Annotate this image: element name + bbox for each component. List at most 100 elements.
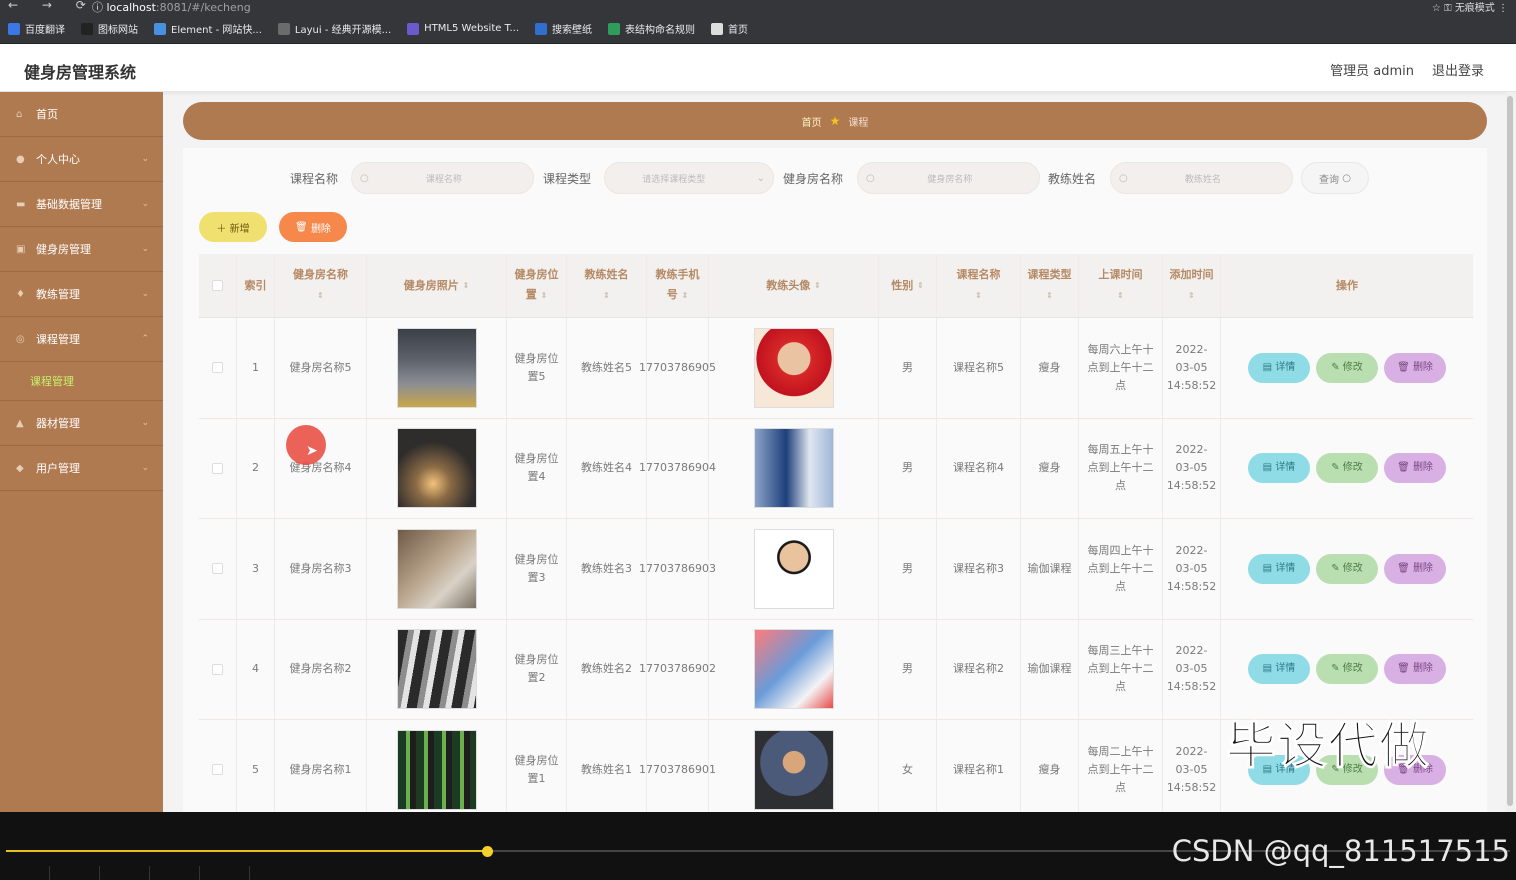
detail-button[interactable]: ▤ 详情 [1248,654,1310,685]
table-row[interactable]: 3 健身房名称3 健身房位置3 教练姓名3 17703786903 男课程名称3 瑜伽课程每… [199,519,1473,620]
bookmark-icon [277,22,290,35]
delete-button[interactable]: 🗑 删除 [1384,352,1446,383]
row-checkbox[interactable] [212,462,223,474]
row-checkbox[interactable] [212,362,223,374]
edit-button[interactable]: ✎ 修改 [1316,654,1378,685]
table-row[interactable]: 2 健身房名称4 健身房位置4 教练姓名4 17703786904 男课程名称4 瘦身 每周五… [199,418,1473,519]
col-gym-photo[interactable]: 健身房照片 ⇕ [367,254,507,317]
scrollbar-thumb[interactable] [1507,96,1513,806]
col-gym-position[interactable]: 健身房位置 ⇕ [507,254,567,317]
sidebar-item[interactable]: ♦ 教练管理 ⌄ [0,272,163,317]
delete-button[interactable]: 🗑 删除 [1384,553,1446,584]
gym-photo[interactable] [396,327,477,408]
bookmark-item[interactable]: HTML5 Website T... [407,22,519,35]
row-actions: ▤ 详情 ✎ 修改 🗑 删除 [1221,318,1473,418]
sidebar-item[interactable]: ⌂ 首页 [0,92,163,137]
bookmark-item[interactable]: 表结构命名规则 [608,21,695,36]
sidebar-item[interactable]: ● 个人中心 ⌄ [0,137,163,182]
add-button[interactable]: ＋ 新增 [199,212,267,242]
sidebar-item[interactable]: ▬ 基础数据管理 ⌄ [0,182,163,227]
detail-icon: ▤ [1262,562,1276,574]
col-coach-name[interactable]: 教练姓名 ⇕ [567,254,647,317]
edit-icon: ✎ [1331,562,1343,574]
app-title: 健身房管理系统 [24,63,137,82]
breadcrumb-home[interactable]: 首页 [802,114,822,129]
page-scrollbar[interactable] [1506,92,1514,812]
browser-nav-icons[interactable]: ← → ⟳ [8,0,96,12]
gym-photo[interactable] [396,729,477,810]
coach-name-input[interactable]: ○ 教练姓名 [1110,162,1293,194]
query-button[interactable]: 查询 ○ [1301,162,1369,194]
logout-link[interactable]: 退出登录 [1432,60,1484,79]
edit-button[interactable]: ✎ 修改 [1316,553,1378,584]
bookmark-item[interactable]: 图标网站 [81,21,138,36]
chevron-icon: ⌄ [141,463,149,473]
current-user: 管理员 admin [1330,64,1414,79]
cell-coach-phone: 17703786903 [639,519,716,619]
delete-icon: 🗑 [1397,462,1413,474]
col-course-name[interactable]: 课程名称 ⇕ [937,254,1021,317]
cell-course-type: 瘦身 [1021,720,1079,812]
sidebar-item[interactable]: ◎ 课程管理 ⌃ [0,317,163,362]
trash-icon: 🗑 [295,221,308,233]
coach-avatar[interactable] [753,528,834,609]
chevron-icon: ⌄ [141,199,149,209]
col-coach-phone[interactable]: 教练手机号 ⇕ [647,254,709,317]
delete-button[interactable]: 🗑 删除 [1384,654,1446,685]
bookmark-icon [711,22,724,35]
address-bar[interactable]: ⓘ localhost:8081/#/kecheng [92,0,251,15]
gym-photo[interactable] [396,629,477,710]
col-added-time[interactable]: 添加时间 ⇕ [1163,254,1221,317]
detail-icon: ▤ [1262,663,1276,675]
coach-avatar[interactable] [753,428,834,509]
edit-button[interactable]: ✎ 修改 [1316,453,1378,484]
bookmark-item[interactable]: 搜索壁纸 [535,21,592,36]
row-checkbox[interactable] [212,563,223,575]
table-row[interactable]: 1 健身房名称5 健身房位置5 教练姓名5 17703786905 男课程名称5 瘦身 每周六… [199,318,1473,419]
bookmark-item[interactable]: 百度翻译 [8,21,65,36]
coach-avatar[interactable] [753,629,834,710]
bookmark-item[interactable]: Layui - 经典开源模... [277,21,391,36]
col-coach-avatar[interactable]: 教练头像 ⇕ [709,254,879,317]
coach-avatar[interactable] [753,327,834,408]
sidebar-item[interactable]: ▣ 健身房管理 ⌄ [0,227,163,272]
col-course-type[interactable]: 课程类型 ⇕ [1021,254,1079,317]
bookmark-item[interactable]: 首页 [711,21,748,36]
select-all-checkbox[interactable] [212,280,223,291]
cell-index: 2 [237,418,275,518]
course-type-select[interactable]: 请选择课程类型 ⌄ [604,162,774,194]
delete-icon: 🗑 [1397,663,1413,675]
sidebar-subitem-course[interactable]: 课程管理 [0,362,163,401]
row-checkbox[interactable] [212,663,223,675]
row-actions: ▤ 详情 ✎ 修改 🗑 删除 [1221,419,1473,519]
coach-avatar[interactable] [753,729,834,810]
cell-index: 4 [237,619,275,719]
table-row[interactable]: 4 健身房名称2 健身房位置2 教练姓名2 17703786902 男课程名称2 瑜伽课程每… [199,619,1473,720]
delete-button[interactable]: 🗑 删除 [1384,453,1446,484]
data-icon: ▬ [16,198,26,210]
cell-index: 1 [237,318,275,418]
edit-button[interactable]: ✎ 修改 [1316,352,1378,383]
gym-name-input[interactable]: ○ 健身房名称 [857,162,1040,194]
sidebar-item[interactable]: ▲ 器材管理 ⌄ [0,401,163,446]
delete-selected-button[interactable]: 🗑 删除 [279,212,347,242]
cell-gym-position: 健身房位置2 [507,619,567,719]
gym-photo[interactable] [396,428,477,509]
col-gym-name[interactable]: 健身房名称 ⇕ [275,254,367,317]
row-checkbox[interactable] [212,764,223,776]
edit-icon: ✎ [1331,462,1343,474]
col-class-time[interactable]: 上课时间 ⇕ [1079,254,1163,317]
sort-icon: ⇕ [317,291,324,300]
sidebar-item[interactable]: ◆ 用户管理 ⌄ [0,446,163,491]
gym-photo[interactable] [396,528,477,609]
browser-profile[interactable]: ☆ ⚿ 无痕模式 ⋮ [1432,0,1508,14]
col-sex[interactable]: 性别 ⇕ [879,254,937,317]
detail-button[interactable]: ▤ 详情 [1248,453,1310,484]
detail-button[interactable]: ▤ 详情 [1248,352,1310,383]
course-name-input[interactable]: ○ 课程名称 [351,162,534,194]
seek-knob[interactable] [482,846,493,857]
cell-class-time: 每周六上午十点到上午十二点 [1079,318,1163,418]
bookmark-item[interactable]: Element - 网站快... [154,21,262,36]
chevron-icon: ⌃ [141,334,149,344]
detail-button[interactable]: ▤ 详情 [1248,553,1310,584]
